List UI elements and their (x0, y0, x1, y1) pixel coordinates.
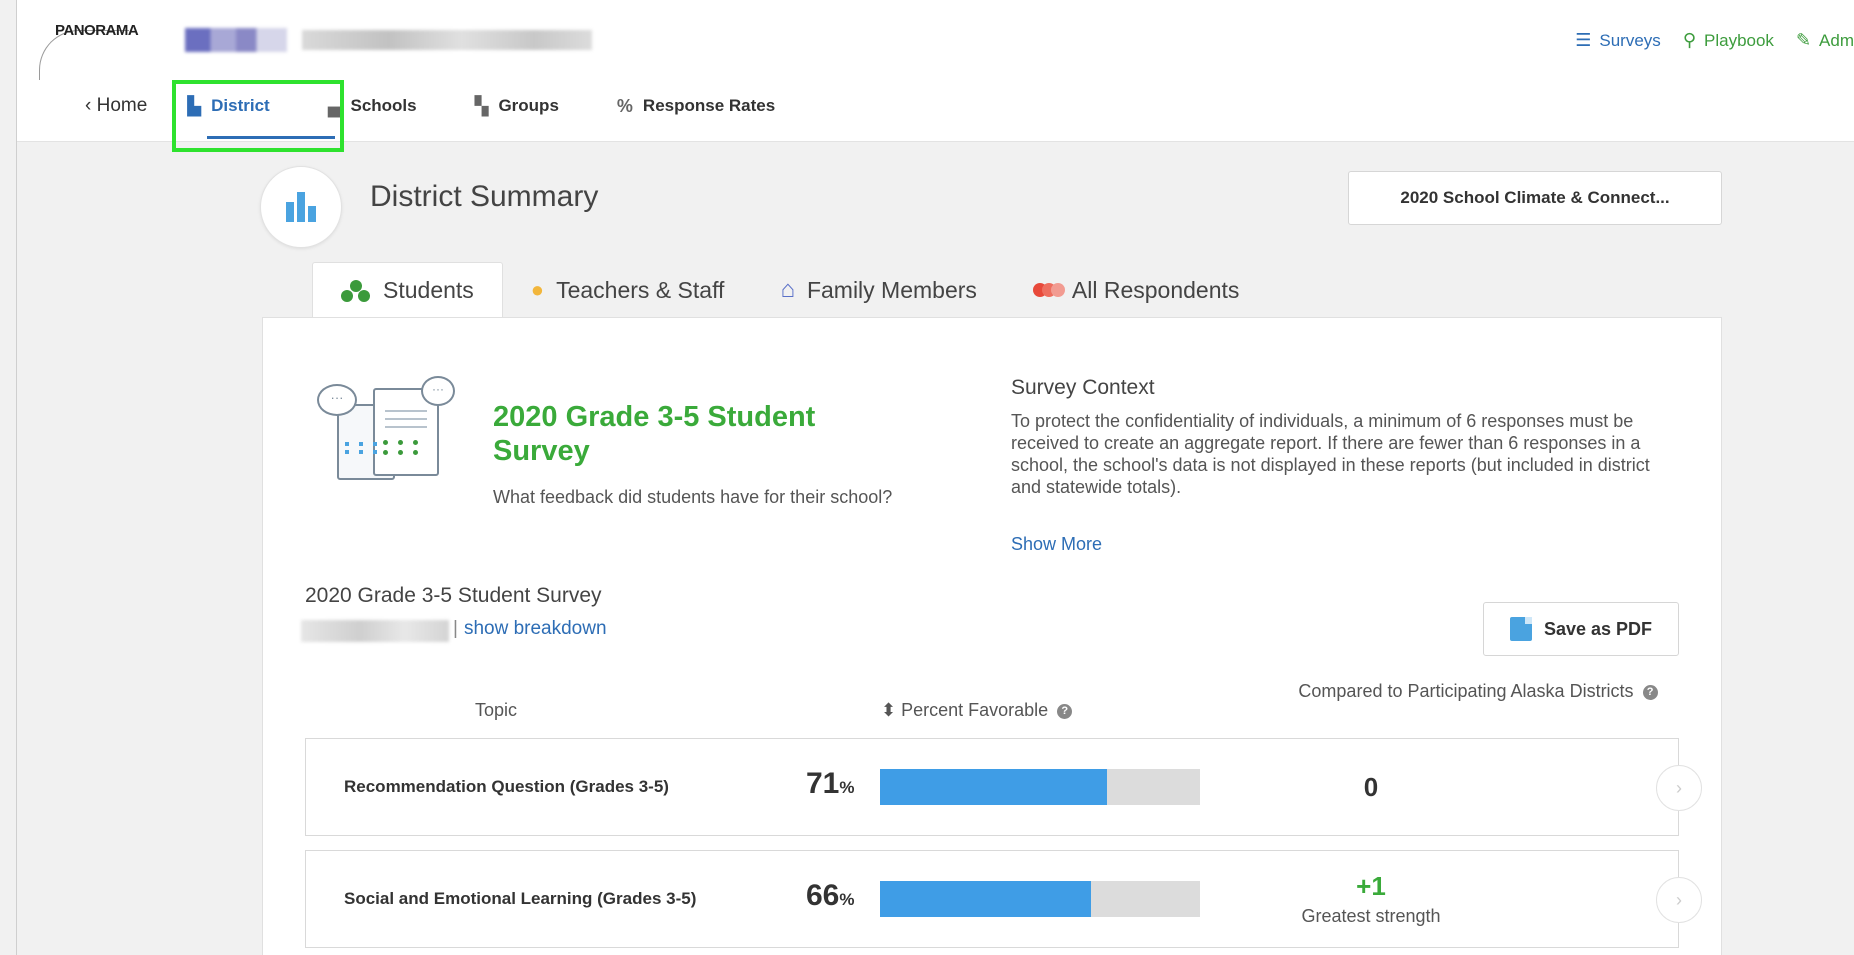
percent-bar-fill (880, 769, 1108, 805)
tab-family-label: Family Members (806, 276, 977, 303)
respondent-tabs: Students ● Teachers & Staff ⌂ Family Mem… (312, 262, 1267, 318)
panorama-logo[interactable]: PANORAMA (55, 22, 139, 39)
admin-link[interactable]: ✎ Adm (1796, 30, 1854, 51)
percent-bar-fill (880, 881, 1092, 917)
district-icon (286, 192, 316, 222)
column-header-compare: Compared to Participating Alaska Distric… (1283, 680, 1673, 702)
nav-groups-label: Groups (498, 96, 559, 115)
save-pdf-button[interactable]: Save as PDF (1483, 602, 1679, 656)
column-header-topic: Topic (475, 700, 518, 720)
percent-suffix: % (839, 890, 855, 909)
response-count-redacted (301, 620, 449, 642)
column-header-percent[interactable]: ⬍ Percent Favorable ? (881, 700, 1073, 721)
percent-bar (880, 769, 1200, 805)
survey-title: 2020 Grade 3-5 Student Survey (493, 401, 816, 467)
surveys-link[interactable]: ☰ Surveys (1575, 30, 1661, 51)
column-header-percent-label: ⬍ Percent Favorable (881, 700, 1049, 720)
pdf-icon (1509, 617, 1532, 641)
admin-icon: ✎ (1795, 30, 1812, 50)
row-compare: +1 Greatest strength (1176, 851, 1566, 947)
tab-students[interactable]: Students (312, 262, 503, 318)
tab-teachers-staff[interactable]: ● Teachers & Staff (503, 262, 753, 318)
nav-response-rates-label: Response Rates (642, 96, 776, 115)
tab-all-label: All Respondents (1071, 276, 1240, 303)
window-edge (16, 0, 17, 955)
show-breakdown-link[interactable]: show breakdown (464, 618, 607, 639)
row-percent-value: 71 (806, 767, 840, 800)
groups-icon: ▚ (474, 95, 489, 116)
tab-all-respondents[interactable]: All Respondents (1005, 262, 1268, 318)
breakdown-area: | show breakdown (453, 618, 607, 640)
person-icon: ● (530, 277, 545, 302)
save-pdf-label: Save as PDF (1543, 618, 1653, 639)
tab-teachers-label: Teachers & Staff (556, 276, 725, 303)
chevron-right-icon[interactable]: › (1656, 765, 1702, 811)
chevron-right-icon[interactable]: › (1656, 877, 1702, 923)
playbook-link[interactable]: ⚲ Playbook (1683, 30, 1774, 51)
show-more-link[interactable]: Show More (1011, 534, 1102, 555)
report-title: 2020 Grade 3-5 Student Survey (305, 584, 602, 607)
help-icon[interactable]: ? (1057, 703, 1073, 719)
tab-students-label: Students (383, 277, 474, 303)
surveys-link-label: Surveys (1599, 30, 1661, 50)
percent-icon: % (616, 95, 633, 116)
percent-bar (880, 881, 1200, 917)
percent-suffix: % (839, 778, 855, 797)
row-percent-value: 66 (806, 879, 840, 912)
district-name-redacted (302, 30, 592, 50)
row-compare-value: 0 (1363, 771, 1379, 802)
row-percent: 66% (806, 879, 855, 913)
nav-schools-label: Schools (350, 96, 417, 115)
nav-response-rates[interactable]: % Response Rates (617, 96, 775, 117)
row-compare-value: +1 (1356, 871, 1386, 901)
admin-link-label: Adm (1819, 30, 1854, 50)
students-icon (341, 279, 371, 302)
table-row[interactable]: Recommendation Question (Grades 3-5) 71%… (305, 738, 1702, 836)
row-topic: Recommendation Question (Grades 3-5) (344, 777, 669, 796)
column-header-compare-label: Compared to Participating Alaska Distric… (1298, 681, 1634, 701)
top-links: ☰ Surveys ⚲ Playbook ✎ Adm (1575, 30, 1854, 51)
all-respondents-icon (1032, 283, 1065, 297)
nav-groups[interactable]: ▚ Groups (475, 96, 559, 117)
help-icon[interactable]: ? (1642, 684, 1658, 700)
separator: | (453, 618, 458, 639)
row-topic: Social and Emotional Learning (Grades 3-… (344, 889, 697, 908)
survey-context-body: To protect the confidentiality of indivi… (1011, 411, 1650, 497)
playbook-link-label: Playbook (1704, 30, 1774, 50)
survey-selector[interactable]: 2020 School Climate & Connect... (1348, 171, 1722, 225)
district-logo-redacted (185, 28, 287, 52)
survey-card: ··· ··· 2020 Grade 3-5 Student Survey Wh… (262, 317, 1722, 955)
highlight-box (172, 80, 344, 152)
survey-illustration-icon: ··· ··· (313, 376, 455, 488)
list-icon: ☰ (1575, 30, 1592, 50)
nav-home[interactable]: ‹ Home (85, 95, 147, 117)
table-row[interactable]: Social and Emotional Learning (Grades 3-… (305, 850, 1702, 948)
row-compare: 0 (1176, 739, 1566, 835)
playbook-icon: ⚲ (1682, 30, 1696, 50)
tab-family-members[interactable]: ⌂ Family Members (752, 262, 1004, 318)
page-title: District Summary (370, 180, 599, 213)
row-compare-note: Greatest strength (1301, 906, 1441, 926)
survey-context-title: Survey Context (1011, 376, 1155, 399)
house-icon: ⌂ (780, 276, 795, 303)
survey-description: What feedback did students have for thei… (493, 487, 893, 507)
row-percent: 71% (806, 767, 855, 801)
district-summary-icon (260, 166, 342, 248)
